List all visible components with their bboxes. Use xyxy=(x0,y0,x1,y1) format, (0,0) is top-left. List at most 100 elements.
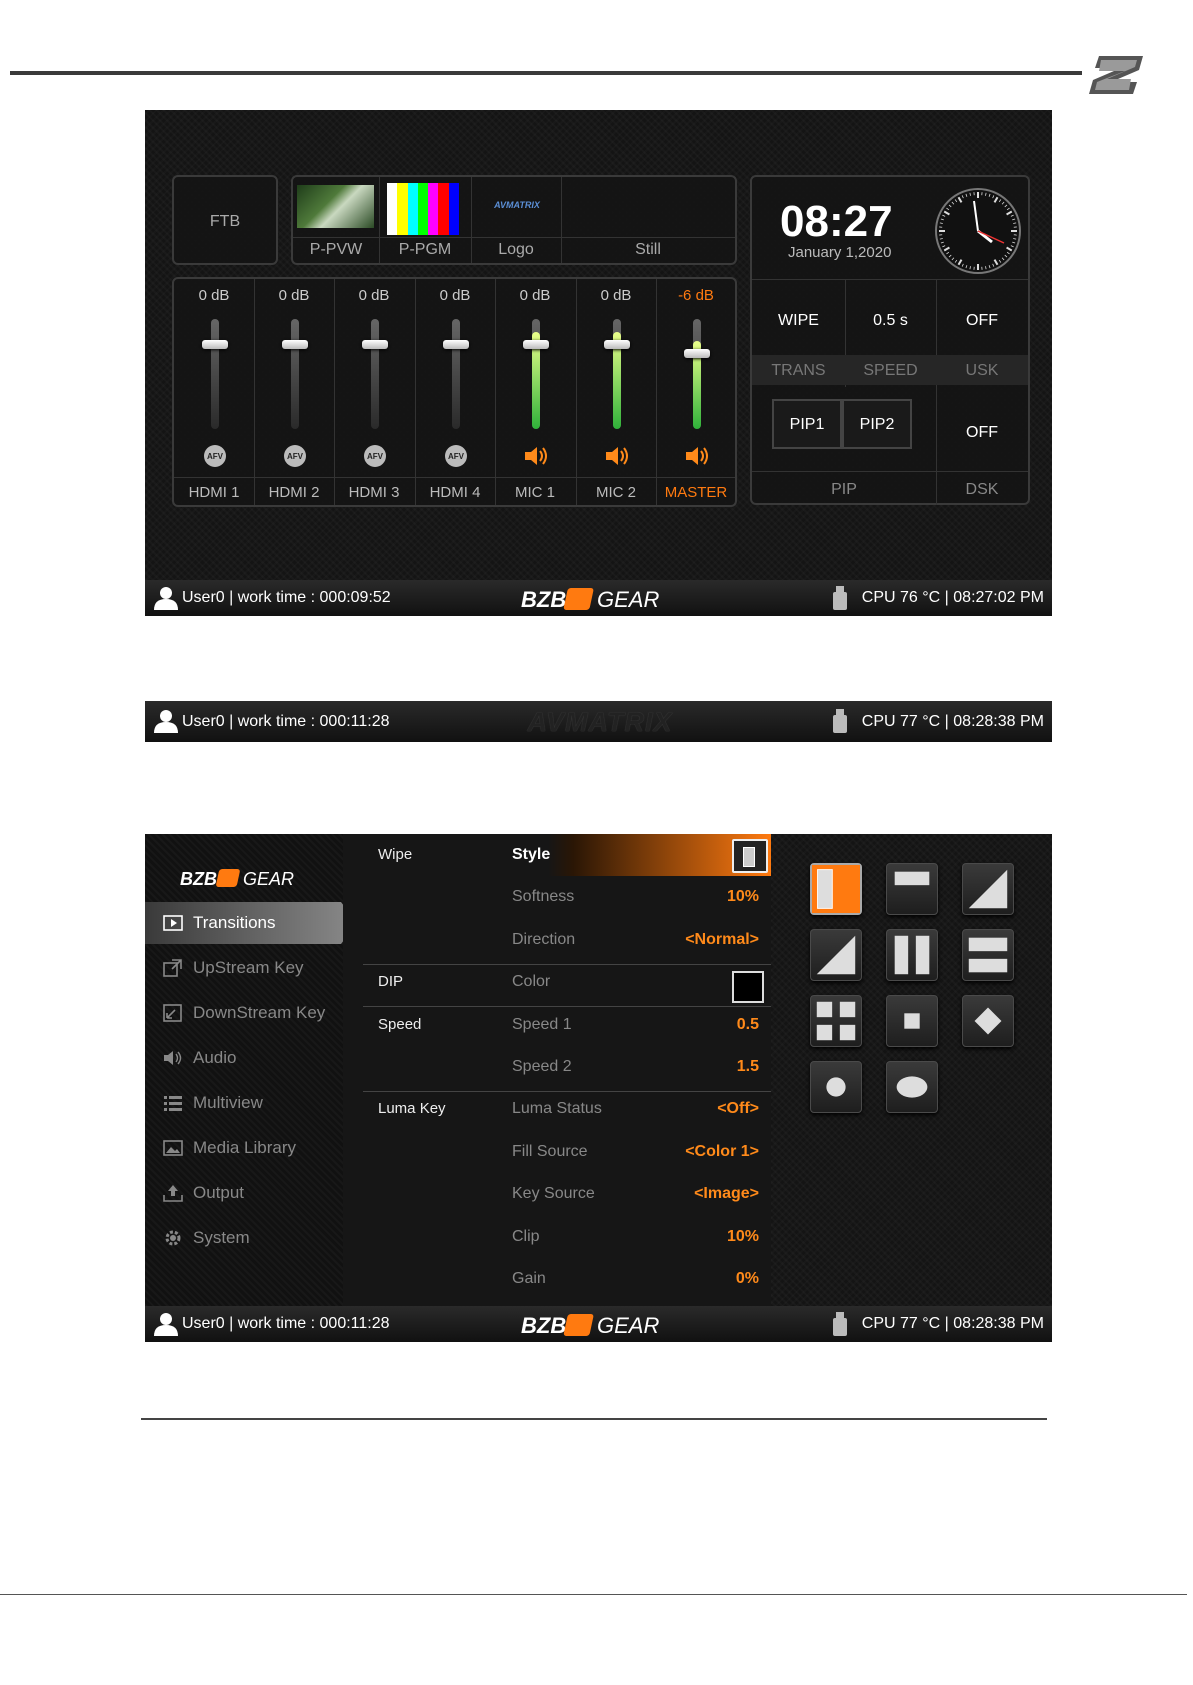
afv-icon[interactable]: AFV xyxy=(362,444,388,468)
wipe-style-four-squares-button[interactable] xyxy=(810,995,862,1047)
sidebar-item[interactable]: UpStream Key xyxy=(145,947,343,989)
fader-track[interactable] xyxy=(613,319,621,429)
usb-icon xyxy=(833,709,847,733)
sidebar-item[interactable]: System xyxy=(145,1217,343,1259)
settings-row[interactable]: Speed 2 1.5 xyxy=(343,1046,771,1088)
settings-row[interactable]: Direction <Normal> xyxy=(343,919,771,961)
settings-key: Direction xyxy=(512,930,576,948)
dip-color-swatch[interactable] xyxy=(732,971,764,1003)
media-label-still: Still xyxy=(635,241,661,258)
transitions-settings-screen: BZB GEAR Transitions UpStream Key DownStre… xyxy=(145,834,1052,1342)
settings-value[interactable]: 10% xyxy=(727,1228,759,1246)
fader-knob[interactable] xyxy=(523,340,549,350)
usk-value[interactable]: OFF xyxy=(936,312,1028,330)
fader-knob[interactable] xyxy=(443,340,469,350)
settings-row[interactable]: Gain 0% xyxy=(343,1258,771,1300)
fader-knob[interactable] xyxy=(604,340,630,350)
switcher-main-screen: FTB AVMATRIX P-PVW P-PGM Logo Still 0 dB… xyxy=(145,110,1052,616)
fader-track[interactable] xyxy=(532,319,540,429)
fader-knob[interactable] xyxy=(202,340,228,350)
wipe-style-double-horizontal-button[interactable] xyxy=(962,929,1014,981)
wipe-style-horizontal-bar-button[interactable] xyxy=(886,863,938,915)
settings-row[interactable]: Luma Key Luma Status <Off> xyxy=(343,1088,771,1130)
wipe-ellipse-icon xyxy=(896,1076,928,1098)
wipe-style-vertical-bar-button[interactable] xyxy=(810,863,862,915)
wipe-style-swatch[interactable] xyxy=(732,839,768,873)
settings-row[interactable]: Softness 10% xyxy=(343,876,771,918)
sidebar-item-label: Media Library xyxy=(193,1138,296,1157)
fader-track[interactable] xyxy=(291,319,299,429)
fader-track[interactable] xyxy=(452,319,460,429)
sidebar-item[interactable]: Transitions xyxy=(145,902,357,944)
fader-channel-name: MIC 2 xyxy=(595,484,636,501)
trans-label: TRANS xyxy=(771,362,826,379)
settings-row[interactable]: Clip 10% xyxy=(343,1216,771,1258)
settings-value[interactable]: <Image> xyxy=(694,1185,759,1203)
sidebar-item[interactable]: Audio xyxy=(145,1037,343,1079)
speed-value[interactable]: 0.5 s xyxy=(845,312,936,330)
wipe-style-diagonal-bl-button[interactable] xyxy=(810,929,862,981)
settings-row[interactable]: Key Source <Image> xyxy=(343,1173,771,1215)
settings-value[interactable]: <Normal> xyxy=(685,931,759,949)
wipe-style-circle-button[interactable] xyxy=(810,1061,862,1113)
settings-value[interactable]: 0% xyxy=(736,1270,759,1288)
afv-icon[interactable]: AFV xyxy=(202,444,228,468)
settings-value[interactable]: 1.5 xyxy=(737,1058,759,1076)
speaker-icon[interactable] xyxy=(523,444,549,468)
wipe-style-double-vertical-button[interactable] xyxy=(886,929,938,981)
svg-text:AFV: AFV xyxy=(448,452,465,461)
sidebar-item[interactable]: Output xyxy=(145,1172,343,1214)
wipe-style-center-square-button[interactable] xyxy=(886,995,938,1047)
section-rule xyxy=(141,1418,1047,1420)
user-icon xyxy=(154,710,178,733)
fader-knob[interactable] xyxy=(684,349,710,358)
pip2-button[interactable]: PIP2 xyxy=(842,399,912,449)
settings-row[interactable]: DIP Color xyxy=(343,961,771,1003)
settings-value[interactable]: 10% xyxy=(727,888,759,906)
bzb-gear-logo: BZB GEAR xyxy=(521,1313,659,1338)
afv-icon[interactable]: AFV xyxy=(443,444,469,468)
wipe-style-diagonal-tr-button[interactable] xyxy=(962,863,1014,915)
fader-track[interactable] xyxy=(371,319,379,429)
settings-value[interactable]: 0.5 xyxy=(737,1016,759,1034)
ftb-button[interactable]: FTB xyxy=(172,175,278,265)
list-icon xyxy=(164,1096,182,1111)
pip1-button[interactable]: PIP1 xyxy=(772,399,842,449)
settings-row[interactable]: Speed Speed 1 0.5 xyxy=(343,1004,771,1046)
settings-value[interactable]: <Color 1> xyxy=(685,1143,759,1161)
clock-time: 08:27 xyxy=(780,197,893,246)
wipe-style-ellipse-button[interactable] xyxy=(886,1061,938,1113)
fader-track[interactable] xyxy=(693,319,701,429)
speaker-icon[interactable] xyxy=(604,444,630,468)
wipe-circle-icon xyxy=(826,1077,846,1097)
fader-channel-name: HDMI 2 xyxy=(268,484,320,501)
sidebar-item[interactable]: Multiview xyxy=(145,1082,343,1124)
wipe-diagonal-bl-icon xyxy=(816,935,856,975)
sidebar-item-label: Audio xyxy=(193,1048,237,1067)
settings-category: Luma Key xyxy=(378,1100,446,1118)
sidebar-item[interactable]: DownStream Key xyxy=(145,992,343,1034)
preview-thumbnail[interactable] xyxy=(297,185,374,228)
fader-db-value: -6 dB xyxy=(678,287,714,304)
logo-thumbnail[interactable]: AVMATRIX xyxy=(479,200,555,210)
svg-text:AFV: AFV xyxy=(207,452,224,461)
color-bars-thumbnail[interactable] xyxy=(387,183,459,235)
wipe-style-diamond-button[interactable] xyxy=(962,995,1014,1047)
afv-icon[interactable]: AFV xyxy=(282,444,308,468)
trans-value[interactable]: WIPE xyxy=(752,312,845,330)
clock-date: January 1,2020 xyxy=(788,244,892,261)
wipe-four-squares-icon xyxy=(816,1001,856,1041)
fader-track[interactable] xyxy=(211,319,219,429)
usb-icon xyxy=(833,586,847,610)
fader-knob[interactable] xyxy=(282,340,308,350)
sidebar-item[interactable]: Media Library xyxy=(145,1127,343,1169)
sidebar-item-label: Transitions xyxy=(193,913,276,932)
settings-row[interactable]: Fill Source <Color 1> xyxy=(343,1131,771,1173)
control-panel: 08:27 January 1,2020 WIPE 0.5 s OFF TRAN… xyxy=(750,175,1030,505)
fader-knob[interactable] xyxy=(362,340,388,350)
media-label-ppvw: P-PVW xyxy=(309,241,363,258)
dsk-value[interactable]: OFF xyxy=(936,424,1028,442)
settings-row[interactable]: Wipe Style xyxy=(343,834,771,876)
speaker-icon[interactable] xyxy=(684,444,710,468)
settings-value[interactable]: <Off> xyxy=(717,1100,759,1118)
